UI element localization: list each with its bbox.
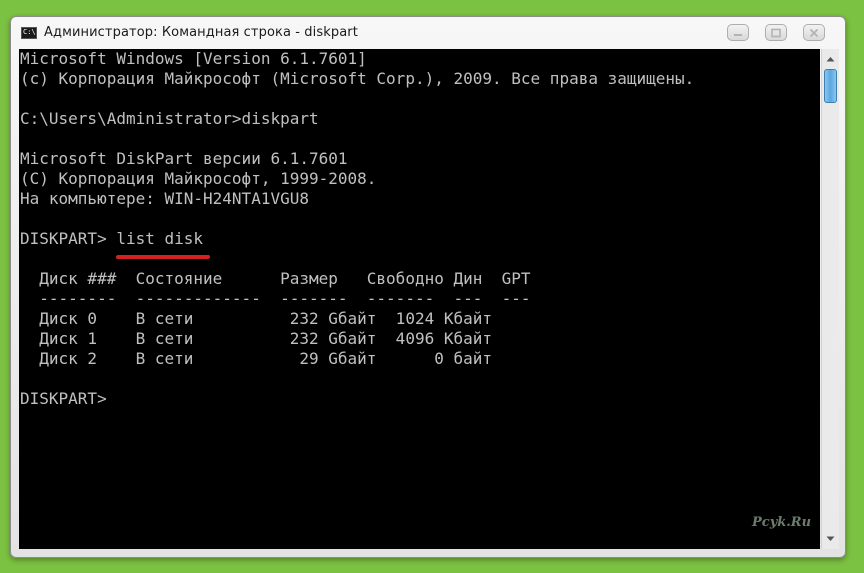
disk-table-row: Диск 1 В сети 232 Gбайт 4096 Kбайт bbox=[20, 329, 493, 348]
console-line: (c) Корпорация Майкрософт (Microsoft Cor… bbox=[20, 69, 695, 88]
console-window: C:\ Администратор: Командная строка - di… bbox=[10, 16, 846, 558]
close-button[interactable] bbox=[803, 24, 825, 41]
console-line: Microsoft Windows [Version 6.1.7601] bbox=[20, 49, 367, 68]
console-line: Microsoft DiskPart версии 6.1.7601 bbox=[20, 149, 348, 168]
vertical-scrollbar[interactable] bbox=[821, 49, 839, 549]
scroll-up-button[interactable] bbox=[822, 51, 839, 67]
maximize-icon bbox=[766, 25, 786, 40]
command-highlight-underline bbox=[115, 255, 211, 259]
scroll-thumb[interactable] bbox=[824, 69, 837, 103]
arrow-down-icon bbox=[826, 536, 835, 541]
console-prompt: DISKPART> bbox=[20, 389, 107, 408]
minimize-icon bbox=[728, 25, 748, 40]
console-line: (C) Корпорация Майкрософт, 1999-2008. bbox=[20, 169, 377, 188]
disk-table-row: Диск 2 В сети 29 Gбайт 0 байт bbox=[20, 349, 493, 368]
console-icon: C:\ bbox=[21, 27, 37, 39]
close-icon bbox=[804, 25, 824, 40]
arrow-up-icon bbox=[826, 57, 835, 62]
disk-table-row: Диск 0 В сети 232 Gбайт 1024 Kбайт bbox=[20, 309, 493, 328]
console-line: C:\Users\Administrator>diskpart bbox=[20, 109, 319, 128]
watermark-logo: Pcyk.Ru bbox=[752, 515, 812, 530]
console-line: На компьютере: WIN-H24NTA1VGU8 bbox=[20, 189, 309, 208]
maximize-button[interactable] bbox=[765, 24, 787, 41]
window-title: Администратор: Командная строка - diskpa… bbox=[44, 25, 358, 40]
console-output[interactable]: Microsoft Windows [Version 6.1.7601] (c)… bbox=[19, 49, 820, 549]
console-command-line: DISKPART> list disk bbox=[20, 229, 204, 248]
disk-table-separator: -------- ------------- ------- ------- -… bbox=[20, 289, 531, 308]
console-icon-text: C:\ bbox=[23, 28, 36, 36]
scroll-down-button[interactable] bbox=[822, 531, 839, 547]
title-bar[interactable]: C:\ Администратор: Командная строка - di… bbox=[11, 17, 845, 49]
disk-table-header: Диск ### Состояние Размер Свободно Дин G… bbox=[20, 269, 531, 288]
minimize-button[interactable] bbox=[727, 24, 749, 41]
